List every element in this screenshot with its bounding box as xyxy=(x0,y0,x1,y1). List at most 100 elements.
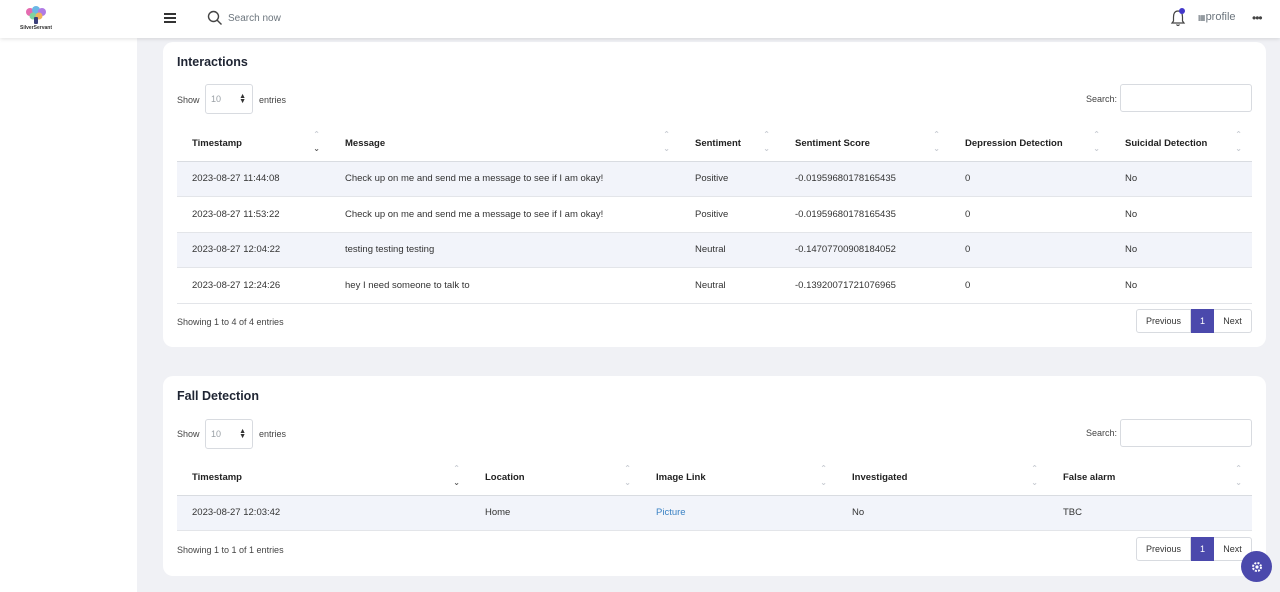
cell-sentiment-score: -0.14707700908184052 xyxy=(780,232,950,268)
table-row: 2023-08-27 12:24:26 hey I need someone t… xyxy=(177,267,1252,304)
col-header-message[interactable]: Message ⌃ ⌄ xyxy=(330,126,680,162)
cell-timestamp: 2023-08-27 12:24:26 xyxy=(177,267,330,304)
cell-depression: 0 xyxy=(950,161,1110,197)
table-row: 2023-08-27 11:53:22 Check up on me and s… xyxy=(177,196,1252,233)
sort-icon: ⌃ ⌄ xyxy=(1235,130,1242,153)
sort-icon: ⌃ ⌄ xyxy=(820,464,827,487)
entries-label: entries xyxy=(259,95,287,105)
sort-icon: ⌃ ⌄ xyxy=(663,130,670,153)
cell-depression: 0 xyxy=(950,267,1110,304)
page-1-button[interactable]: 1 xyxy=(1191,309,1214,333)
table-header-row: Timestamp ⌃ ⌄ Location ⌃ ⌄ Image Link ⌃ ⌄ Inve… xyxy=(177,460,1252,496)
col-header-suicidal-detection[interactable]: Suicidal Detection ⌃ ⌄ xyxy=(1110,126,1252,162)
col-header-false-alarm[interactable]: False alarm ⌃ ⌄ xyxy=(1048,460,1252,496)
profile-image[interactable]: ▦profile xyxy=(1198,11,1236,23)
gear-icon xyxy=(1251,561,1262,572)
sort-icon: ⌃ ⌄ xyxy=(933,130,940,153)
cell-suicidal: No xyxy=(1110,267,1252,304)
cell-message: testing testing testing xyxy=(330,232,680,268)
table-search-input[interactable] xyxy=(1120,84,1252,112)
col-header-depression-detection[interactable]: Depression Detection ⌃ ⌄ xyxy=(950,126,1110,162)
notification-dot xyxy=(1179,8,1185,14)
cell-sentiment-score: -0.01959680178165435 xyxy=(780,196,950,233)
table-header-row: Timestamp ⌃ ⌄ Message ⌃ ⌄ Sentiment ⌃ ⌄ Sentim… xyxy=(177,126,1252,162)
entries-label: entries xyxy=(259,429,287,439)
cell-depression: 0 xyxy=(950,232,1110,268)
fall-detection-table: Timestamp ⌃ ⌄ Location ⌃ ⌄ Image Link ⌃ ⌄ Inve… xyxy=(177,460,1252,531)
cell-sentiment-score: -0.13920071721076965 xyxy=(780,267,950,304)
previous-page-button[interactable]: Previous xyxy=(1136,537,1191,561)
table-row: 2023-08-27 12:04:22 testing testing test… xyxy=(177,232,1252,268)
table-info: Showing 1 to 1 of 1 entries xyxy=(177,545,284,555)
interactions-card: Interactions Show 10 ▲ ▼ entries Search: … xyxy=(163,42,1266,347)
previous-page-button[interactable]: Previous xyxy=(1136,309,1191,333)
col-header-timestamp[interactable]: Timestamp ⌃ ⌄ xyxy=(177,126,330,162)
cell-message: Check up on me and send me a message to … xyxy=(330,161,680,197)
cell-image-link: Picture xyxy=(641,495,837,531)
cell-suicidal: No xyxy=(1110,232,1252,268)
next-page-button[interactable]: Next xyxy=(1214,309,1252,333)
page-size-select[interactable]: 10 ▲ ▼ xyxy=(205,84,253,114)
cell-sentiment-score: -0.01959680178165435 xyxy=(780,161,950,197)
show-label: Show xyxy=(177,429,200,439)
fall-detection-card: Fall Detection Show 10 ▲ ▼ entries Search… xyxy=(163,376,1266,576)
sort-icon: ⌃ ⌄ xyxy=(624,464,631,487)
page-size-value: 10 xyxy=(211,94,222,104)
card-title: Interactions xyxy=(177,55,248,69)
cell-message: hey I need someone to talk to xyxy=(330,267,680,304)
page-size-select[interactable]: 10 ▲ ▼ xyxy=(205,419,253,449)
col-header-location[interactable]: Location ⌃ ⌄ xyxy=(470,460,641,496)
cell-timestamp: 2023-08-27 11:44:08 xyxy=(177,161,330,197)
cell-sentiment: Neutral xyxy=(680,232,780,268)
pagination: Previous 1 Next xyxy=(1136,309,1252,333)
profile-alt-text: profile xyxy=(1205,11,1236,23)
cell-location: Home xyxy=(470,495,641,531)
more-icon[interactable]: ••• xyxy=(1252,11,1263,25)
page-1-button[interactable]: 1 xyxy=(1191,537,1214,561)
broken-image-icon: ▦ xyxy=(1198,13,1206,22)
interactions-table: Timestamp ⌃ ⌄ Message ⌃ ⌄ Sentiment ⌃ ⌄ Sentim… xyxy=(177,126,1252,304)
settings-button[interactable] xyxy=(1241,551,1272,582)
page-size-value: 10 xyxy=(211,429,222,439)
app-logo[interactable]: SilverServant xyxy=(18,5,54,33)
sort-icon: ⌃ ⌄ xyxy=(313,130,320,153)
menu-icon[interactable] xyxy=(164,13,176,23)
table-search-input[interactable] xyxy=(1120,419,1252,447)
cell-message: Check up on me and send me a message to … xyxy=(330,196,680,233)
cell-timestamp: 2023-08-27 11:53:22 xyxy=(177,196,330,233)
col-header-image-link[interactable]: Image Link ⌃ ⌄ xyxy=(641,460,837,496)
col-header-sentiment-score[interactable]: Sentiment Score ⌃ ⌄ xyxy=(780,126,950,162)
select-caret-icon: ▲ ▼ xyxy=(239,93,246,105)
table-search-label: Search: xyxy=(1086,94,1118,104)
sort-icon: ⌃ ⌄ xyxy=(1235,464,1242,487)
global-search-input[interactable] xyxy=(228,9,428,27)
cell-suicidal: No xyxy=(1110,196,1252,233)
search-icon xyxy=(207,10,222,25)
col-header-timestamp[interactable]: Timestamp ⌃ ⌄ xyxy=(177,460,470,496)
sidebar xyxy=(0,38,137,592)
sort-icon: ⌃ ⌄ xyxy=(453,464,460,487)
sort-icon: ⌃ ⌄ xyxy=(763,130,770,153)
cell-depression: 0 xyxy=(950,196,1110,233)
cell-investigated: No xyxy=(837,495,1048,531)
sort-icon: ⌃ ⌄ xyxy=(1093,130,1100,153)
logo-text: SilverServant xyxy=(20,25,52,31)
cell-false-alarm: TBC xyxy=(1048,495,1252,531)
cell-timestamp: 2023-08-27 12:04:22 xyxy=(177,232,330,268)
table-search-label: Search: xyxy=(1086,428,1118,438)
top-navbar: SilverServant ▦profile ••• xyxy=(0,0,1280,38)
col-header-investigated[interactable]: Investigated ⌃ ⌄ xyxy=(837,460,1048,496)
cell-timestamp: 2023-08-27 12:03:42 xyxy=(177,495,470,531)
picture-link[interactable]: Picture xyxy=(656,507,686,518)
cell-sentiment: Neutral xyxy=(680,267,780,304)
sort-icon: ⌃ ⌄ xyxy=(1031,464,1038,487)
pagination: Previous 1 Next xyxy=(1136,537,1252,561)
logo-icon xyxy=(26,6,46,24)
show-label: Show xyxy=(177,95,200,105)
cell-suicidal: No xyxy=(1110,161,1252,197)
select-caret-icon: ▲ ▼ xyxy=(239,428,246,440)
card-title: Fall Detection xyxy=(177,389,259,403)
cell-sentiment: Positive xyxy=(680,161,780,197)
col-header-sentiment[interactable]: Sentiment ⌃ ⌄ xyxy=(680,126,780,162)
cell-sentiment: Positive xyxy=(680,196,780,233)
